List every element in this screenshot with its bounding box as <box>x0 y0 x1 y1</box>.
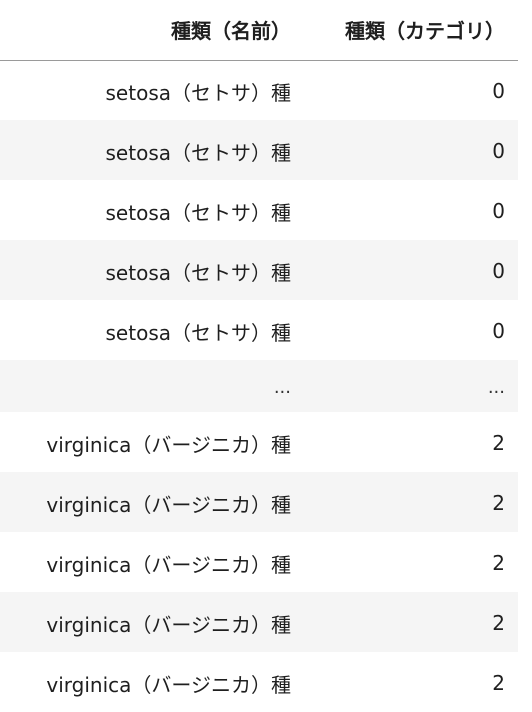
table-header: 種類（名前） 種類（カテゴリ） <box>0 0 518 61</box>
table-row: virginica（バージニカ）種 2 <box>0 412 518 472</box>
table-row: virginica（バージニカ）種 2 <box>0 592 518 652</box>
species-name-cell: virginica（バージニカ）種 <box>46 432 291 457</box>
column-header-name: 種類（名前） <box>0 0 304 61</box>
species-category-cell: 2 <box>492 671 505 695</box>
species-name-cell: virginica（バージニカ）種 <box>46 672 291 697</box>
species-category-cell: 2 <box>492 491 505 515</box>
table-row: setosa（セトサ）種 0 <box>0 240 518 300</box>
species-category-cell: 2 <box>492 611 505 635</box>
species-category-cell: 0 <box>492 79 505 104</box>
table-row: virginica（バージニカ）種 2 <box>0 472 518 532</box>
species-category-cell: 2 <box>492 431 505 455</box>
table-row: setosa（セトサ）種 0 <box>0 120 518 180</box>
species-name-cell: setosa（セトサ）種 <box>105 80 291 105</box>
species-category-cell: 0 <box>492 139 505 163</box>
species-name-cell: setosa（セトサ）種 <box>105 260 291 285</box>
ellipsis-row: ... ... <box>0 360 518 412</box>
table-body: setosa（セトサ）種 0 setosa（セトサ）種 0 setosa（セトサ… <box>0 60 518 712</box>
species-table: 種類（名前） 種類（カテゴリ） setosa（セトサ）種 0 setosa（セト… <box>0 0 518 712</box>
species-category-cell: 0 <box>492 319 505 343</box>
species-category-cell: 0 <box>492 199 505 223</box>
species-name-cell: virginica（バージニカ）種 <box>46 552 291 577</box>
ellipsis-cell-category: ... <box>487 376 505 398</box>
species-name-cell: setosa（セトサ）種 <box>105 200 291 225</box>
species-name-cell: virginica（バージニカ）種 <box>46 612 291 637</box>
species-name-cell: virginica（バージニカ）種 <box>46 492 291 517</box>
species-category-cell: 0 <box>492 259 505 283</box>
ellipsis-cell-name: ... <box>273 376 291 398</box>
table-row: setosa（セトサ）種 0 <box>0 180 518 240</box>
table-row: virginica（バージニカ）種 2 <box>0 652 518 712</box>
table-row: setosa（セトサ）種 0 <box>0 60 518 120</box>
table-row: setosa（セトサ）種 0 <box>0 300 518 360</box>
species-category-cell: 2 <box>492 551 505 575</box>
species-name-cell: setosa（セトサ）種 <box>105 320 291 345</box>
table-row: virginica（バージニカ）種 2 <box>0 532 518 592</box>
species-name-cell: setosa（セトサ）種 <box>105 140 291 165</box>
column-header-category: 種類（カテゴリ） <box>304 0 518 61</box>
header-row: 種類（名前） 種類（カテゴリ） <box>0 0 518 61</box>
